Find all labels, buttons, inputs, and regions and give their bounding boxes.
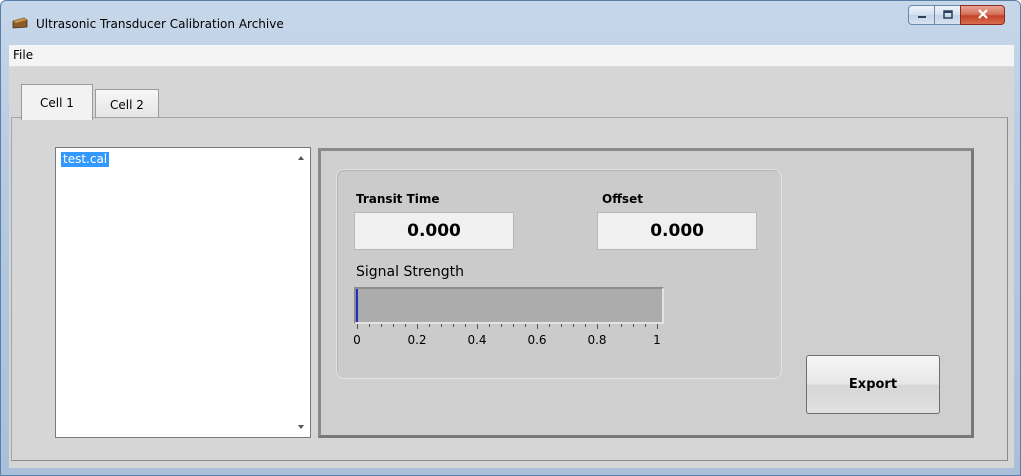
measurement-panel: Transit Time 0.000 Offset 0.000 Signal S…	[318, 148, 974, 438]
scale-minor-tick	[633, 324, 634, 327]
offset-value: 0.000	[597, 212, 757, 250]
scroll-down-arrow-icon[interactable]	[298, 425, 304, 429]
signal-strength-scale: 0 0.2 0.4 0.6 0.8 1	[353, 324, 661, 354]
tab-label: Cell 1	[40, 95, 74, 110]
scale-minor-tick	[609, 324, 610, 327]
scale-minor-tick	[549, 324, 550, 327]
signal-strength-fill	[356, 289, 358, 322]
scale-minor-tick	[561, 324, 562, 327]
menu-file[interactable]: File	[11, 48, 35, 62]
scale-major-tick	[657, 324, 658, 329]
scale-minor-tick	[489, 324, 490, 327]
scale-tick-label: 0.4	[467, 333, 487, 347]
close-icon	[977, 8, 989, 22]
scale-minor-tick	[429, 324, 430, 327]
scale-minor-tick	[369, 324, 370, 327]
export-button[interactable]: Export	[806, 355, 940, 414]
scale-minor-tick	[621, 324, 622, 327]
transit-time-label: Transit Time	[356, 192, 440, 206]
scale-minor-tick	[525, 324, 526, 327]
calibration-file-list[interactable]: test.cal	[55, 147, 311, 438]
instrument-app-icon	[12, 17, 28, 29]
scale-minor-tick	[573, 324, 574, 327]
tab-cell-1[interactable]: Cell 1	[21, 84, 93, 120]
tab-label: Cell 2	[110, 97, 144, 112]
scale-major-tick	[597, 324, 598, 329]
client-area: Cell 1 Cell 2 test.cal Transit Time 0.00…	[9, 67, 1014, 468]
offset-label: Offset	[602, 192, 643, 206]
scale-major-tick	[357, 324, 358, 329]
signal-strength-label: Signal Strength	[356, 264, 465, 280]
scroll-up-arrow-icon[interactable]	[298, 156, 304, 160]
scale-tick-label: 0.8	[587, 333, 607, 347]
menu-bar: File	[9, 45, 1014, 67]
scale-minor-tick	[513, 324, 514, 327]
close-button[interactable]	[960, 5, 1005, 25]
scale-minor-tick	[381, 324, 382, 327]
tab-panel-cell-1: test.cal Transit Time 0.000 Offset 0.000…	[11, 117, 1008, 461]
window-title: Ultrasonic Transducer Calibration Archiv…	[36, 17, 284, 31]
title-bar[interactable]: Ultrasonic Transducer Calibration Archiv…	[1, 1, 1020, 44]
offset-value-text: 0.000	[650, 221, 704, 241]
tab-cell-2[interactable]: Cell 2	[95, 89, 159, 119]
scale-tick-label: 0	[353, 333, 361, 347]
scale-tick-label: 1	[653, 333, 661, 347]
scale-minor-tick	[393, 324, 394, 327]
minimize-button[interactable]	[908, 5, 934, 25]
caption-buttons	[908, 5, 1005, 25]
scale-tick-label: 0.2	[407, 333, 427, 347]
scale-major-tick	[417, 324, 418, 329]
signal-strength-meter	[354, 287, 664, 324]
maximize-icon	[942, 8, 953, 22]
scale-minor-tick	[405, 324, 406, 327]
scale-minor-tick	[441, 324, 442, 327]
transit-time-value-text: 0.000	[407, 221, 461, 241]
scale-minor-tick	[585, 324, 586, 327]
scale-minor-tick	[465, 324, 466, 327]
minimize-icon	[917, 8, 927, 22]
scale-major-tick	[477, 324, 478, 329]
export-button-label: Export	[848, 377, 898, 392]
scale-tick-label: 0.6	[527, 333, 547, 347]
scale-minor-tick	[645, 324, 646, 327]
maximize-button[interactable]	[934, 5, 960, 25]
transit-time-value: 0.000	[354, 212, 514, 250]
readout-group: Transit Time 0.000 Offset 0.000 Signal S…	[336, 169, 782, 379]
scale-minor-tick	[501, 324, 502, 327]
scale-minor-tick	[453, 324, 454, 327]
list-item[interactable]: test.cal	[61, 152, 110, 167]
scale-major-tick	[537, 324, 538, 329]
app-window: Ultrasonic Transducer Calibration Archiv…	[0, 0, 1021, 476]
